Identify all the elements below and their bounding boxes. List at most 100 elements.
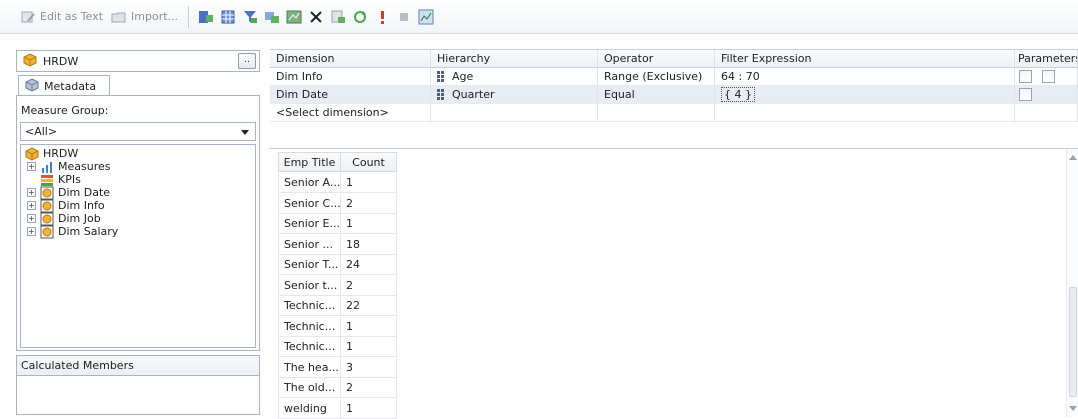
- parameter-checkbox[interactable]: [1019, 70, 1032, 83]
- cell-count[interactable]: 1: [341, 337, 397, 357]
- cancel-query-icon[interactable]: [393, 6, 415, 28]
- measure-group-select[interactable]: <All>: [20, 122, 256, 141]
- chevron-down-icon[interactable]: [241, 130, 249, 135]
- filter-hierarchy[interactable]: Quarter: [431, 86, 598, 104]
- chart-view-icon[interactable]: [415, 6, 437, 28]
- import-button[interactable]: Import...: [107, 5, 182, 29]
- filter-hierarchy-label: Quarter: [452, 88, 495, 101]
- grid-view-icon[interactable]: [217, 6, 239, 28]
- add-to-query-icon[interactable]: [195, 6, 217, 28]
- cell-count[interactable]: 18: [341, 234, 397, 255]
- col-emp-title[interactable]: Emp Title: [278, 152, 341, 172]
- cell-emp-title[interactable]: The old...: [278, 378, 341, 398]
- col-dimension[interactable]: Dimension: [270, 50, 431, 68]
- edit-as-text-button[interactable]: Edit as Text: [16, 5, 107, 29]
- tab-metadata[interactable]: Metadata: [18, 75, 110, 96]
- cell-count[interactable]: 1: [341, 316, 397, 337]
- col-operator[interactable]: Operator: [598, 50, 715, 68]
- table-row[interactable]: Senior C... 2: [278, 193, 397, 214]
- expand-icon[interactable]: +: [27, 162, 36, 171]
- expand-icon[interactable]: +: [27, 201, 36, 210]
- parameter-checkbox[interactable]: [1042, 70, 1055, 83]
- cell-count[interactable]: 2: [341, 193, 397, 214]
- expand-icon[interactable]: +: [27, 188, 36, 197]
- cell-emp-title[interactable]: Senior T...: [278, 255, 341, 275]
- browse-cube-button[interactable]: ..: [238, 53, 256, 69]
- table-row[interactable]: Senior T... 24: [278, 255, 397, 275]
- filter-dimension[interactable]: Dim Info: [270, 68, 431, 86]
- refresh-grid-icon[interactable]: [327, 6, 349, 28]
- tree-item[interactable]: HRDW: [21, 146, 255, 161]
- filter-operator[interactable]: Range (Exclusive): [598, 68, 715, 86]
- table-row[interactable]: Senior A... 1: [278, 173, 397, 193]
- table-row[interactable]: Senior ... 18: [278, 234, 397, 255]
- filter-operator[interactable]: Equal: [598, 86, 715, 104]
- cell-count[interactable]: 1: [341, 173, 397, 193]
- filter-expression[interactable]: 64 : 70: [715, 68, 1015, 86]
- cell-count[interactable]: 2: [341, 275, 397, 296]
- filter-grid: Dimension Hierarchy Operator Filter Expr…: [270, 49, 1078, 129]
- execute-query-icon[interactable]: [371, 6, 393, 28]
- cell-emp-title[interactable]: Technic...: [278, 296, 341, 316]
- dimension-icon: [40, 225, 54, 239]
- table-row[interactable]: Technic... 1: [278, 337, 397, 357]
- cell-emp-title[interactable]: welding: [278, 398, 341, 419]
- table-row[interactable]: Technic... 22: [278, 296, 397, 316]
- cell-count[interactable]: 1: [341, 214, 397, 234]
- cell-count[interactable]: 22: [341, 296, 397, 316]
- expand-icon[interactable]: +: [27, 227, 36, 236]
- cell-emp-title[interactable]: Technic...: [278, 316, 341, 337]
- table-row[interactable]: Technic... 1: [278, 316, 397, 337]
- scrollbar-thumb[interactable]: [1069, 287, 1077, 397]
- filter-row[interactable]: Dim Info Age Range (Exclusive) 64 : 70: [270, 68, 1078, 86]
- cell-count[interactable]: 1: [341, 398, 397, 419]
- tree-item[interactable]: + Dim Salary: [21, 225, 255, 238]
- parameter-checkbox[interactable]: [1019, 88, 1032, 101]
- refresh-icon[interactable]: [349, 6, 371, 28]
- expand-icon[interactable]: +: [27, 214, 36, 223]
- col-filter-expression[interactable]: Filter Expression: [715, 50, 1015, 68]
- cell-emp-title[interactable]: The hea...: [278, 357, 341, 378]
- tree-item[interactable]: + Dim Job: [21, 212, 255, 225]
- tree-item-label: Dim Job: [58, 212, 101, 225]
- table-row[interactable]: The hea... 3: [278, 357, 397, 378]
- tree-item[interactable]: KPIs: [21, 173, 255, 186]
- vertical-scrollbar[interactable]: [1066, 149, 1078, 417]
- filter-row-new[interactable]: <Select dimension>: [270, 104, 1078, 122]
- filter-row-selected[interactable]: Dim Date Quarter Equal { 4 }: [270, 86, 1078, 104]
- filter-hierarchy[interactable]: Age: [431, 68, 598, 86]
- cube-selector[interactable]: HRDW ..: [16, 50, 260, 72]
- hierarchy-icon: [437, 71, 444, 82]
- show-empty-cells-icon[interactable]: [261, 6, 283, 28]
- cell-count[interactable]: 2: [341, 378, 397, 398]
- scroll-down-icon[interactable]: [1069, 406, 1077, 411]
- table-row[interactable]: welding 1: [278, 398, 397, 419]
- table-row[interactable]: The old... 2: [278, 378, 397, 398]
- cube-icon: [23, 52, 37, 70]
- tree-item[interactable]: + Dim Date: [21, 186, 255, 199]
- filter-expression[interactable]: { 4 }: [715, 86, 1015, 104]
- select-dimension-cell[interactable]: <Select dimension>: [270, 104, 431, 122]
- cell-count[interactable]: 3: [341, 357, 397, 378]
- cell-count[interactable]: 24: [341, 255, 397, 275]
- table-row[interactable]: Senior t... 2: [278, 275, 397, 296]
- filter-icon[interactable]: [239, 6, 261, 28]
- col-hierarchy[interactable]: Hierarchy: [431, 50, 598, 68]
- tree-item[interactable]: + Dim Info: [21, 199, 255, 212]
- results-header-row: Emp Title Count: [278, 152, 397, 172]
- cell-emp-title[interactable]: Senior C...: [278, 193, 341, 214]
- col-parameters[interactable]: Parameters: [1015, 50, 1078, 68]
- design-mode-icon[interactable]: [283, 6, 305, 28]
- delete-icon[interactable]: [305, 6, 327, 28]
- tree-item[interactable]: + Measures: [21, 160, 255, 173]
- scroll-up-icon[interactable]: [1069, 155, 1077, 160]
- metadata-tree[interactable]: HRDW + Measures KPIs + Dim Date + Dim Info + Dim …: [20, 144, 256, 348]
- cell-emp-title[interactable]: Senior ...: [278, 234, 341, 255]
- table-row[interactable]: Senior E... 1: [278, 214, 397, 234]
- cell-emp-title[interactable]: Senior t...: [278, 275, 341, 296]
- filter-dimension[interactable]: Dim Date: [270, 86, 431, 104]
- col-count[interactable]: Count: [341, 152, 397, 172]
- cell-emp-title[interactable]: Senior A...: [278, 173, 341, 193]
- cell-emp-title[interactable]: Technic...: [278, 337, 341, 357]
- cell-emp-title[interactable]: Senior E...: [278, 214, 341, 234]
